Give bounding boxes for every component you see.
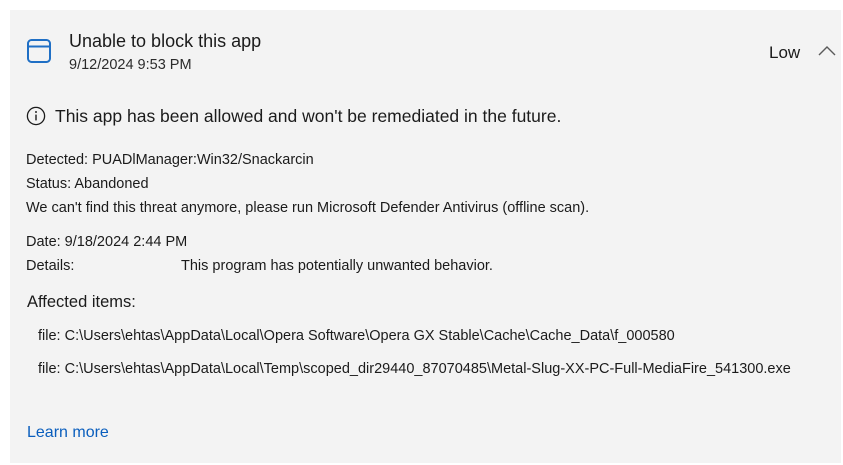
status-text: Status: Abandoned — [26, 176, 149, 192]
allowed-notice-text: This app has been allowed and won't be r… — [55, 106, 562, 126]
threat-card: Unable to block this app 9/12/2024 9:53 … — [10, 10, 841, 463]
date-text: Date: 9/18/2024 2:44 PM — [26, 234, 188, 250]
affected-item: file: C:\Users\ehtas\AppData\Local\Opera… — [38, 328, 675, 344]
severity-label: Low — [769, 43, 801, 62]
details-label: Details: — [26, 258, 75, 274]
learn-more-link[interactable]: Learn more — [27, 423, 109, 443]
chevron-up-icon[interactable] — [817, 44, 837, 58]
detected-text: Detected: PUADlManager:Win32/Snackarcin — [26, 152, 314, 168]
affected-items-title: Affected items: — [27, 293, 136, 311]
affected-item: file: C:\Users\ehtas\AppData\Local\Temp\… — [38, 361, 791, 377]
app-window-icon — [27, 39, 51, 63]
status-message: We can't find this threat anymore, pleas… — [26, 200, 590, 216]
threat-timestamp: 9/12/2024 9:53 PM — [69, 57, 192, 73]
details-value: This program has potentially unwanted be… — [181, 258, 493, 274]
threat-title: Unable to block this app — [69, 31, 262, 51]
info-circle-icon — [26, 106, 46, 126]
allowed-notice: This app has been allowed and won't be r… — [26, 105, 561, 127]
